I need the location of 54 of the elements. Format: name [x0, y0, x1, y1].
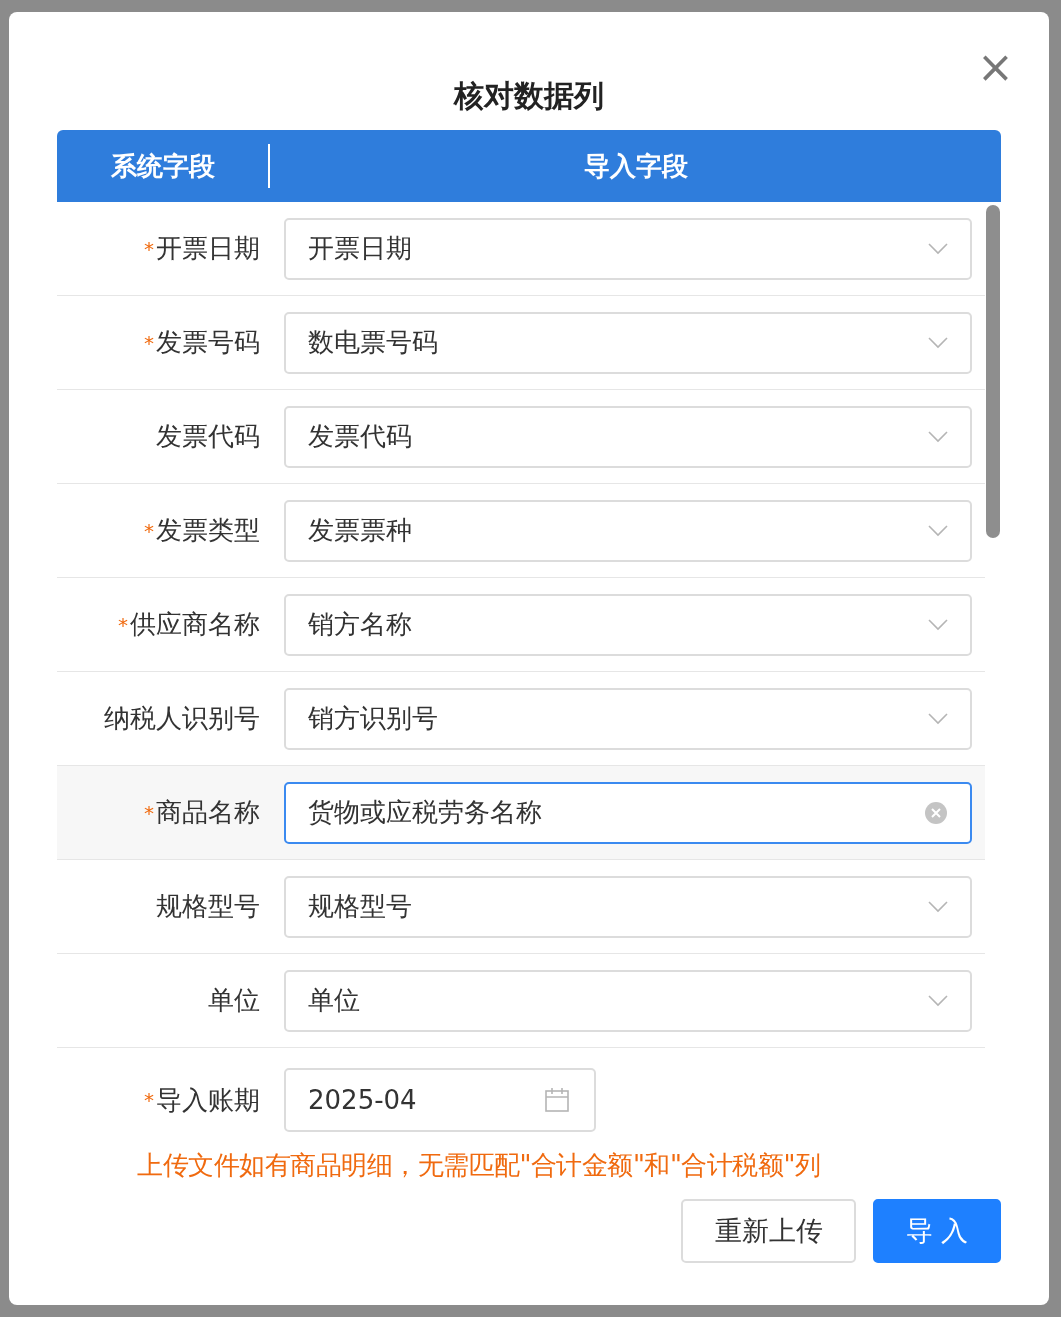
- select-value: 发票票种: [308, 514, 412, 547]
- close-button[interactable]: ×: [977, 52, 1007, 82]
- chevron-down-icon: [928, 524, 948, 537]
- required-mark: *: [118, 612, 128, 637]
- reupload-button[interactable]: 重新上传: [681, 1199, 856, 1263]
- date-value: 2025-04: [308, 1085, 417, 1115]
- select-field[interactable]: 发票票种: [284, 499, 972, 562]
- field-label: 单位: [208, 984, 260, 1017]
- column-header: 导入字段: [582, 149, 689, 183]
- select-value: 数电票号码: [308, 326, 438, 359]
- chevron-down-icon: [928, 994, 948, 1007]
- required-mark: *: [144, 518, 154, 543]
- notice-text: 上传文件如有商品明细，无需匹配"合计金额"和"合计税额"列: [137, 1149, 822, 1182]
- chevron-down-icon: [928, 336, 948, 349]
- dialog-title: 核对数据列: [454, 78, 604, 114]
- chevron-down-icon: [928, 618, 948, 631]
- select-field[interactable]: 销方识别号: [284, 687, 972, 750]
- import-button[interactable]: 导 入: [873, 1199, 1001, 1263]
- field-label: 商品名称: [156, 796, 260, 829]
- select-field[interactable]: 开票日期: [284, 217, 972, 280]
- required-mark: *: [144, 1088, 154, 1112]
- select-field[interactable]: 发票代码: [284, 405, 972, 468]
- select-value: 货物或应税劳务名称: [308, 796, 542, 829]
- calendar-icon: [544, 1087, 570, 1113]
- select-value: 销方识别号: [308, 702, 438, 735]
- date-field[interactable]: 2025-04: [284, 1068, 596, 1132]
- select-field[interactable]: 单位: [284, 969, 972, 1032]
- select-value: 开票日期: [308, 232, 412, 265]
- field-label: 发票代码: [156, 420, 260, 453]
- select-value: 销方名称: [308, 608, 412, 641]
- chevron-down-icon: [928, 430, 948, 443]
- chevron-down-icon: [928, 242, 948, 255]
- chevron-down-icon: [928, 900, 948, 913]
- select-field[interactable]: 货物或应税劳务名称: [284, 781, 972, 844]
- required-mark: *: [144, 330, 154, 355]
- chevron-down-icon: [928, 712, 948, 725]
- field-label: 纳税人识别号: [104, 702, 260, 735]
- select-value: 规格型号: [308, 890, 412, 923]
- field-label: 导入账期: [156, 1083, 260, 1117]
- field-label: 规格型号: [156, 890, 260, 923]
- select-value: 发票代码: [308, 420, 412, 453]
- select-field[interactable]: 销方名称: [284, 593, 972, 656]
- clear-icon[interactable]: [924, 800, 948, 825]
- required-mark: *: [144, 800, 154, 825]
- column-header: 系统字段: [57, 144, 270, 188]
- required-mark: *: [144, 236, 154, 261]
- select-field[interactable]: 规格型号: [284, 875, 972, 938]
- field-label: 供应商名称: [130, 608, 260, 641]
- field-label: 发票类型: [156, 514, 260, 547]
- scrollbar-thumb[interactable]: [986, 205, 1000, 538]
- field-label: 发票号码: [156, 326, 260, 359]
- select-field[interactable]: 数电票号码: [284, 311, 972, 374]
- field-label: 开票日期: [156, 232, 260, 265]
- select-value: 单位: [308, 984, 360, 1017]
